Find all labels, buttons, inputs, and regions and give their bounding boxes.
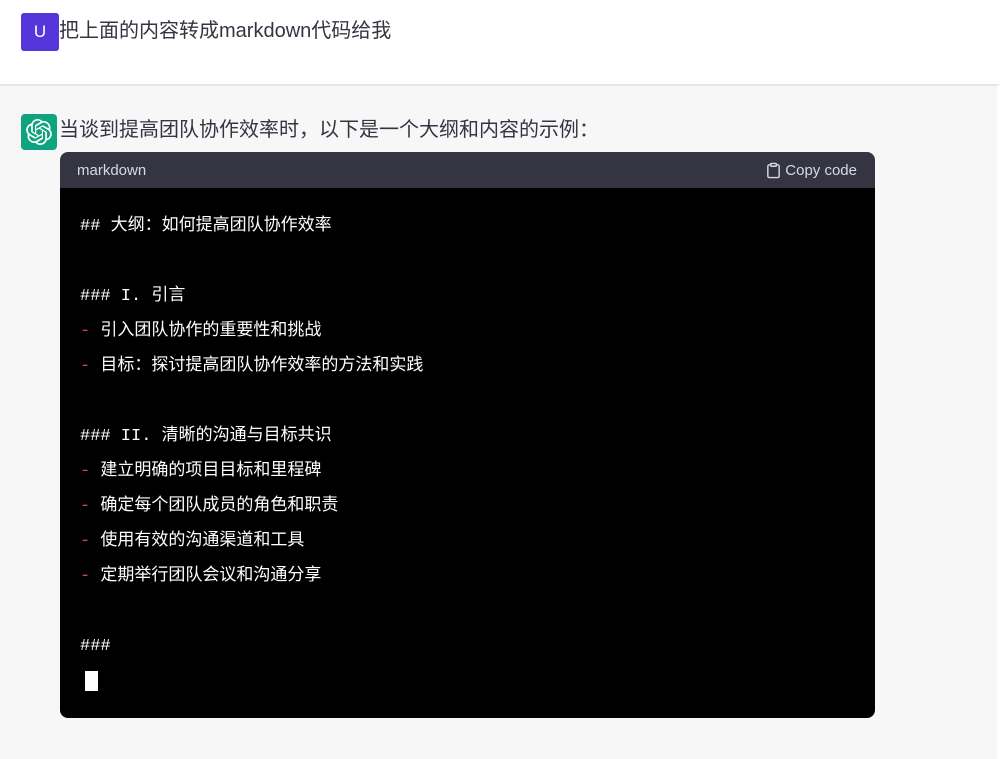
assistant-message-section: 当谈到提高团队协作效率时，以下是一个大纲和内容的示例： markdown Cop…	[0, 84, 1000, 759]
code-block-body: ## 大纲：如何提高团队协作效率 ### I. 引言 - 引入团队协作的重要性和挑战…	[60, 188, 875, 718]
code-line-bullet: - 引入团队协作的重要性和挑战	[80, 314, 855, 349]
assistant-intro-text: 当谈到提高团队协作效率时，以下是一个大纲和内容的示例：	[59, 119, 599, 141]
clipboard-icon	[765, 162, 782, 179]
bullet-marker: -	[80, 532, 91, 551]
heading-marker: ###	[80, 287, 111, 306]
chat-page: U 把上面的内容转成markdown代码给我 当谈到提高团队协作效率时，以下是一…	[0, 0, 1000, 759]
code-line-bullet: - 目标：探讨提高团队协作效率的方法和实践	[80, 349, 855, 384]
bullet-marker: -	[80, 567, 91, 586]
code-text: 定期举行团队会议和沟通分享	[90, 567, 322, 586]
user-message-row: U 把上面的内容转成markdown代码给我	[0, 0, 1000, 84]
code-lines: ## 大纲：如何提高团队协作效率 ### I. 引言 - 引入团队协作的重要性和挑战…	[80, 209, 855, 699]
user-avatar-letter: U	[33, 22, 47, 41]
user-message-text: 把上面的内容转成markdown代码给我	[59, 20, 392, 42]
code-line-heading: ###	[80, 629, 855, 664]
code-language-label: markdown	[77, 161, 147, 179]
code-text: 目标：探讨提高团队协作效率的方法和实践	[90, 357, 424, 376]
code-line-heading: ### II. 清晰的沟通与目标共识	[80, 419, 855, 454]
copy-code-button[interactable]: Copy code	[765, 162, 857, 179]
copy-code-label: Copy code	[785, 161, 857, 179]
code-line-bullet: - 定期举行团队会议和沟通分享	[80, 559, 855, 594]
code-line-heading: ## 大纲：如何提高团队协作效率	[80, 209, 855, 244]
chatgpt-logo-icon	[21, 114, 57, 150]
user-avatar: U	[21, 13, 59, 51]
code-line-heading: ### I. 引言	[80, 279, 855, 314]
heading-marker: ###	[80, 427, 111, 446]
assistant-message-row: 当谈到提高团队协作效率时，以下是一个大纲和内容的示例：	[0, 114, 997, 150]
bullet-marker: -	[80, 357, 91, 376]
code-text: 使用有效的沟通渠道和工具	[90, 532, 305, 551]
heading-marker: ##	[80, 217, 101, 236]
code-text: 引入团队协作的重要性和挑战	[90, 322, 322, 341]
bullet-marker: -	[80, 322, 91, 341]
code-block-header: markdown Copy code	[60, 152, 875, 188]
code-text: 确定每个团队成员的角色和职责	[90, 497, 339, 516]
code-line-bullet: - 确定每个团队成员的角色和职责	[80, 489, 855, 524]
heading-marker: ###	[80, 637, 111, 656]
markdown-code-block: markdown Copy code ## 大纲：如何提高团队协作效率 ### I…	[60, 152, 875, 718]
code-text: 大纲：如何提高团队协作效率	[100, 217, 332, 236]
code-line-bullet: - 使用有效的沟通渠道和工具	[80, 524, 855, 559]
bullet-marker: -	[80, 497, 91, 516]
code-line-cursor	[80, 664, 855, 699]
code-text: 建立明确的项目目标和里程碑	[90, 462, 322, 481]
code-text: II. 清晰的沟通与目标共识	[110, 427, 332, 446]
bullet-marker: -	[80, 462, 91, 481]
code-line-bullet: - 建立明确的项目目标和里程碑	[80, 454, 855, 489]
code-text: I. 引言	[110, 287, 186, 306]
text-cursor	[85, 670, 98, 691]
